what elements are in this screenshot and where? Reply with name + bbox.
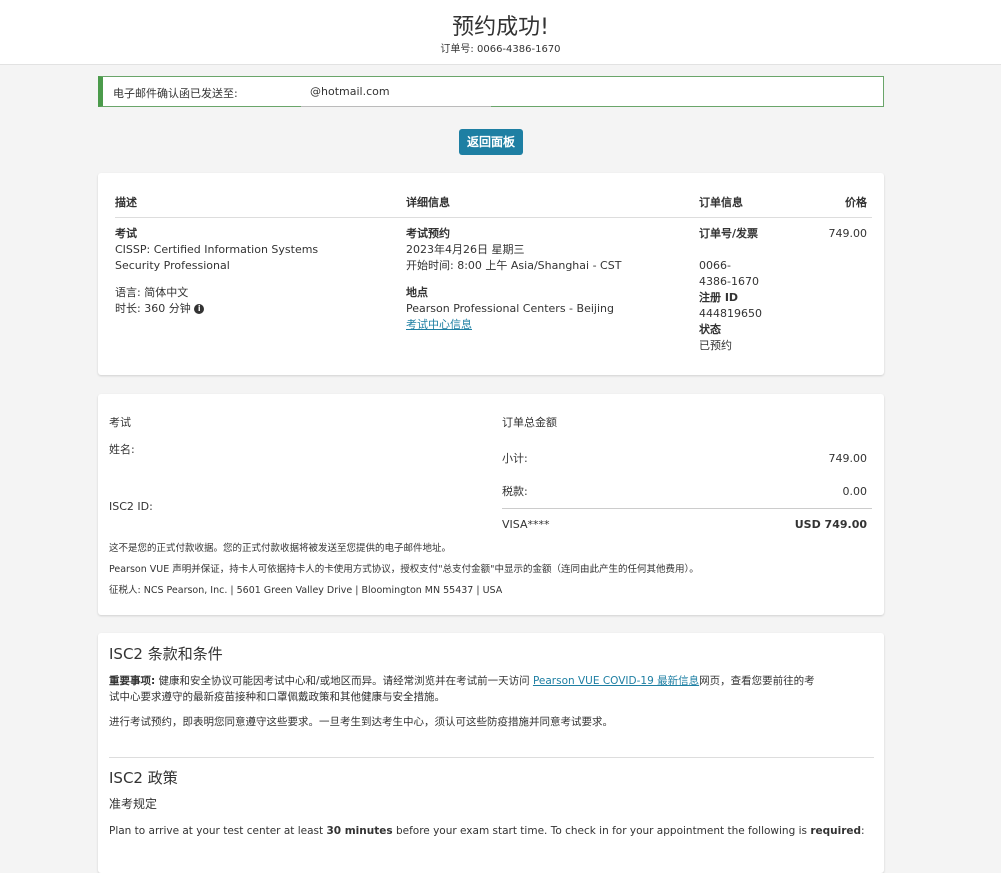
appointment-date: 2023年4月26日 星期三 <box>406 243 525 256</box>
arrival-instructions: Plan to arrive at your test center at le… <box>109 823 865 839</box>
covid-info-link[interactable]: Pearson VUE COVID-19 最新信息 <box>533 675 699 687</box>
test-center-info-link[interactable]: 考试中心信息 <box>406 317 472 333</box>
isc2-id-label: ISC2 ID: <box>109 500 153 513</box>
exam-price: 749.00 <box>828 227 868 240</box>
important-text-2: 网页，查看您要前往的考 <box>699 675 815 687</box>
col-header-price: 价格 <box>845 196 867 209</box>
info-icon[interactable]: i <box>194 304 205 314</box>
page-header: 预约成功! 订单号: 0066-4386-1670 <box>0 0 1001 65</box>
location-name: Pearson Professional Centers - Beijing <box>406 302 614 315</box>
order-details-card: 描述 详细信息 订单信息 价格 考试 CISSP: Certified Info… <box>98 173 884 375</box>
total-divider <box>502 508 872 509</box>
receipt-exam-label: 考试 <box>109 416 131 429</box>
header-divider <box>115 217 872 218</box>
back-to-dashboard-button[interactable]: 返回面板 <box>459 129 523 155</box>
order-number-label: 订单号: <box>440 44 474 55</box>
exam-duration-row: 时长: 360 分钟 i <box>115 301 205 317</box>
tax-value: 0.00 <box>842 485 868 498</box>
subtotal-label: 小计: <box>502 452 528 465</box>
order-number-line: 订单号: 0066-4386-1670 <box>0 40 1001 55</box>
col-header-order-info: 订单信息 <box>699 196 743 209</box>
order-total-label: 订单总金额 <box>502 416 557 429</box>
status-value: 已预约 <box>699 339 732 352</box>
col-header-description: 描述 <box>115 196 137 209</box>
exam-name: CISSP: Certified Information Systems Sec… <box>115 243 319 272</box>
receipt-note-1: 这不是您的正式付款收据。您的正式付款收据将被发送至您提供的电子邮件地址。 <box>109 543 452 554</box>
order-invoice-label: 订单号/发票 <box>699 227 759 240</box>
terms-card: ISC2 条款和条件 重要事项: 健康和安全协议可能因考试中心和/或地区而异。请… <box>98 633 884 873</box>
terms-title: ISC2 条款和条件 <box>109 645 223 663</box>
status-label: 状态 <box>699 323 721 336</box>
appointment-label: 考试预约 <box>406 227 450 240</box>
arrival-minutes: 30 minutes <box>326 825 393 837</box>
policy-title: ISC2 政策 <box>109 769 178 787</box>
terms-important-paragraph: 重要事项: 健康和安全协议可能因考试中心和/或地区而异。请经常浏览并在考试前一天… <box>109 673 874 705</box>
terms-agree-text: 进行考试预约，即表明您同意遵守这些要求。一旦考生到达考生中心，须认可这些防疫措施… <box>109 716 613 728</box>
important-label: 重要事项: <box>109 675 156 687</box>
email-underline <box>301 106 491 107</box>
tax-label: 税款: <box>502 485 528 498</box>
important-text-3: 试中心要求遵守的最新疫苗接种和口罩佩戴政策和其他健康与安全措施。 <box>109 691 445 703</box>
email-confirmation-banner: 电子邮件确认函已发送至: @hotmail.com <box>98 76 884 107</box>
important-text-1: 健康和安全协议可能因考试中心和/或地区而异。请经常浏览并在考试前一天访问 <box>158 675 530 687</box>
exam-label: 考试 <box>115 227 137 240</box>
order-invoice-value: 0066-4386-1670 <box>699 259 759 288</box>
receipt-card: 考试 姓名: ISC2 ID: 订单总金额 小计: 749.00 税款: 0.0… <box>98 394 884 615</box>
subtotal-value: 749.00 <box>828 452 868 465</box>
col-header-details: 详细信息 <box>406 196 450 209</box>
arrival-text-suffix: : <box>861 825 865 837</box>
policy-subtitle: 准考规定 <box>109 797 158 811</box>
arrival-text-middle: before your exam start time. To check in… <box>392 825 811 837</box>
payment-card-label: VISA**** <box>502 518 550 531</box>
total-value: USD 749.00 <box>794 518 867 531</box>
order-number-value: 0066-4386-1670 <box>476 44 561 55</box>
page-title: 预约成功! <box>452 15 549 40</box>
appointment-time: 开始时间: 8:00 上午 Asia/Shanghai - CST <box>406 259 622 272</box>
candidate-name-label: 姓名: <box>109 443 135 456</box>
exam-language: 语言: 简体中文 <box>115 286 189 299</box>
receipt-note-2: Pearson VUE 声明并保证，持卡人可依据持卡人的卡使用方式协议，授权支付… <box>109 564 699 575</box>
exam-duration: 时长: 360 分钟 <box>115 302 191 315</box>
receipt-note-3: 征税人: NCS Pearson, Inc. | 5601 Green Vall… <box>109 585 503 596</box>
registration-id-value: 444819650 <box>699 307 762 320</box>
section-divider <box>109 757 874 758</box>
email-confirmation-label: 电子邮件确认函已发送至: <box>113 87 238 100</box>
arrival-required: required <box>810 825 862 837</box>
email-address: @hotmail.com <box>310 85 390 98</box>
location-label: 地点 <box>406 286 428 299</box>
arrival-text-prefix: Plan to arrive at your test center at le… <box>109 825 327 837</box>
registration-id-label: 注册 ID <box>699 291 739 304</box>
